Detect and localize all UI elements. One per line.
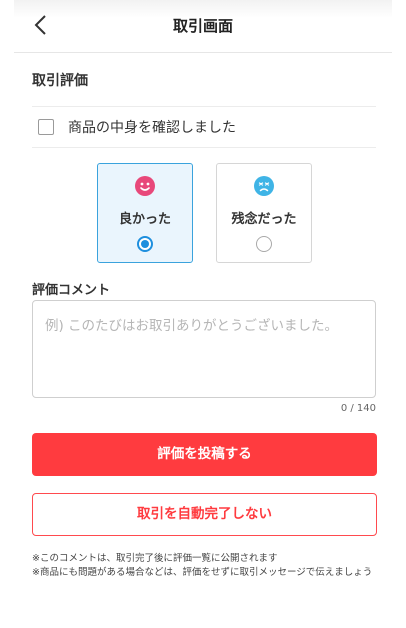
confirm-contents-checkbox-row[interactable]: 商品の中身を確認しました [32,115,372,139]
section-title-evaluation: 取引評価 [32,73,88,89]
divider [32,106,376,107]
comment-textarea[interactable]: 例) このたびはお取引ありがとうございました。 [32,300,376,398]
left-margin [0,0,14,628]
note-line: ※商品にも問題がある場合などは、評価をせずに取引メッセージで伝えましょう [32,567,373,578]
notes: ※このコメントは、取引完了後に評価一覧に公開されます ※商品にも問題がある場合な… [32,552,382,580]
note-line: ※このコメントは、取引完了後に評価一覧に公開されます [32,553,278,564]
post-evaluation-button[interactable]: 評価を投稿する [32,433,377,476]
comment-title: 評価コメント [32,283,111,298]
rating-bad-label: 残念だった [231,212,297,227]
disable-auto-complete-button[interactable]: 取引を自動完了しない [32,493,377,536]
page-title: 取引画面 [172,17,233,35]
smile-face-icon [135,176,155,196]
confirm-contents-label: 商品の中身を確認しました [68,120,236,136]
confirm-contents-checkbox[interactable] [38,119,54,135]
rating-bad-radio[interactable] [256,236,272,252]
rating-good-radio[interactable] [137,236,153,252]
rating-bad-option[interactable]: 残念だった [216,163,312,263]
right-margin [392,0,406,628]
character-counter: 0 / 140 [340,403,376,414]
comment-placeholder: 例) このたびはお取引ありがとうございました。 [45,318,339,334]
sad-face-icon [254,176,274,196]
top-bar: 取引画面 [14,0,392,53]
rating-good-label: 良かった [118,212,171,227]
divider [32,147,376,148]
rating-good-option[interactable]: 良かった [97,163,193,263]
